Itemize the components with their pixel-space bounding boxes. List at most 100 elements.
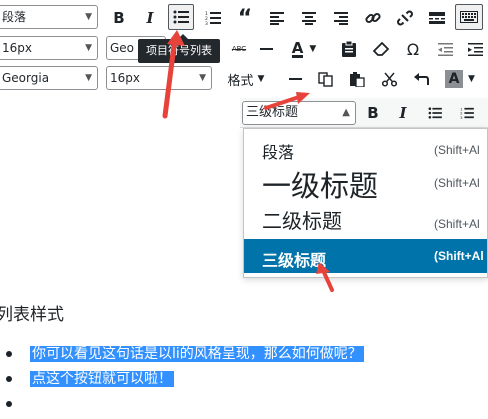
annotation-arrow-inner-toolbar [264,92,310,110]
eraser-icon [373,42,389,56]
bullet-icon [6,401,12,407]
numbered-list-icon: 123 [460,107,474,119]
inner-numbered-list-button[interactable]: 123 [454,100,480,126]
bulleted-list-icon [173,10,189,24]
align-right-button[interactable] [328,5,354,31]
menu-item-label: 段落 [262,143,295,162]
paste-button[interactable] [344,66,370,92]
menu-item-heading-2[interactable]: 二级标题 (Shift+Al [244,205,487,239]
text-color-button[interactable]: A ▼ [284,36,324,62]
inner-bulleted-list-button[interactable] [422,100,448,126]
menu-item-heading-1[interactable]: 一级标题 (Shift+Al [244,167,487,205]
clear-formatting-button[interactable] [368,36,394,62]
bold-button[interactable]: B [106,5,132,31]
inner-bold-label: B [367,104,379,122]
menu-item-shortcut: (Shift+Al [434,249,484,263]
list-item[interactable]: 你可以看见这句话是以li的风格呈现，那么如何做呢？ [6,344,364,369]
format-select[interactable]: 段落 ▼ [0,5,98,29]
svg-text:3: 3 [460,115,463,119]
annotation-arrow-menu [316,262,334,292]
align-right-icon [334,11,348,25]
italic-label: I [146,9,154,27]
bulleted-list-icon [428,107,442,119]
menu-item-paragraph[interactable]: 段落 (Shift+Al [244,129,487,167]
font-size-select-2-value: 16px [110,71,140,85]
toolbar-row-3: Georgia ▼ 16px ▼ 格式 ▼ A ▼ [0,64,488,94]
chevron-down-icon: ▼ [85,12,92,22]
horizontal-rule-icon [288,78,302,80]
chevron-up-icon: ▲ [342,107,350,118]
toolbar-toggle-button[interactable] [455,4,483,30]
font-size-select[interactable]: 16px ▼ [0,36,98,60]
toolbar-row-1: 段落 ▼ B I 123 “ [0,3,488,33]
horizontal-line-button[interactable] [253,36,279,62]
font-family-select-value: Geo [110,41,135,55]
clipboard-icon [342,41,356,57]
link-icon [365,12,381,24]
list-item[interactable]: 点这个按钮就可以啦！ [6,369,364,394]
toolbar-row-2: 16px ▼ Geo ABC A ▼ Ω [0,33,488,63]
font-family-select-2-value: Georgia [2,71,50,85]
unlink-icon [397,10,413,26]
menu-item-shortcut: (Shift+Al [434,143,480,157]
omega-icon: Ω [406,39,420,59]
read-more-icon [429,12,445,24]
content-list[interactable]: 你可以看见这句话是以li的风格呈现，那么如何做呢？ 点这个按钮就可以啦！ [0,344,364,419]
paste-as-text-button[interactable] [336,36,362,62]
bulleted-list-button[interactable] [168,4,194,30]
read-more-button[interactable] [424,5,450,31]
align-left-icon [270,11,284,25]
undo-button[interactable] [408,66,434,92]
chevron-down-icon: ▼ [85,43,92,53]
list-item-text: 点这个按钮就可以啦！ [30,371,174,387]
list-item-text: 你可以看见这句话是以li的风格呈现，那么如何做呢？ [30,346,364,362]
menu-item-shortcut: (Shift+Al [434,217,480,231]
cut-button[interactable] [376,66,402,92]
scissors-icon [381,72,397,87]
remove-link-button[interactable] [392,5,418,31]
blockquote-button[interactable]: “ [232,5,258,31]
outdent-button[interactable] [432,36,458,62]
horizontal-rule-button[interactable] [282,66,308,92]
inner-italic-label: I [399,104,407,122]
indent-icon [467,42,483,56]
background-color-button[interactable]: A ▼ [438,66,482,92]
align-left-button[interactable] [264,5,290,31]
align-center-icon [302,11,316,25]
outdent-icon [437,42,453,56]
inner-italic-button[interactable]: I [390,100,416,126]
content-heading: 列表样式 [0,305,64,325]
format-menu-label: 格式 [227,73,254,89]
menu-item-heading-4-partial[interactable] [244,273,487,277]
chevron-down-icon: ▼ [257,74,265,84]
list-item[interactable] [6,394,364,419]
chevron-down-icon: ▼ [468,74,475,84]
chevron-down-icon: ▼ [199,73,206,83]
align-center-button[interactable] [296,5,322,31]
horizontal-line-icon [259,48,273,50]
numbered-list-button[interactable]: 123 [200,5,226,31]
strikethrough-button[interactable]: ABC [226,36,252,62]
bullet-icon [6,376,12,382]
text-color-label: A [291,38,304,58]
heading-dropdown-menu: 段落 (Shift+Al 一级标题 (Shift+Al 二级标题 (Shift+… [243,128,488,278]
undo-icon [413,73,429,85]
copy-button[interactable] [312,66,338,92]
indent-button[interactable] [462,36,488,62]
svg-text:3: 3 [205,21,208,25]
menu-item-shortcut: (Shift+Al [434,176,480,190]
menu-item-label: 一级标题 [262,169,379,203]
font-family-select-2[interactable]: Georgia ▼ [0,66,98,90]
inner-bold-button[interactable]: B [360,100,386,126]
insert-link-button[interactable] [360,5,386,31]
menu-item-label: 二级标题 [262,209,342,233]
special-character-button[interactable]: Ω [400,36,426,62]
background-color-swatch: A [445,70,464,88]
format-menu-button[interactable]: 格式 ▼ [222,66,270,92]
strikethrough-label: ABC [231,45,247,53]
bullet-icon [6,351,12,357]
chevron-down-icon: ▼ [309,44,317,54]
menu-item-heading-3[interactable]: 三级标题 (Shift+Al [244,239,487,273]
format-select-value: 段落 [2,10,27,24]
keyboard-icon [460,11,478,23]
